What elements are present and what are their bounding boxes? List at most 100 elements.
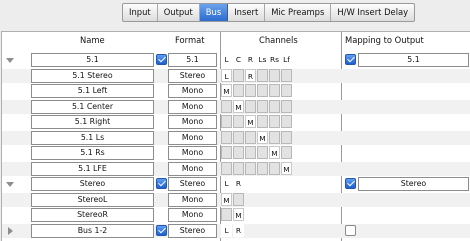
tab-h-w-insert-delay[interactable]: H/W Insert Delay <box>331 4 414 21</box>
channel-grid-cell[interactable] <box>233 161 244 175</box>
channel-grid-cell[interactable] <box>281 146 292 159</box>
format-selector[interactable]: Stereo <box>168 223 217 238</box>
channel-grid-cell[interactable] <box>281 84 292 97</box>
channel-label: Lf <box>281 53 292 66</box>
channel-grid-cell[interactable] <box>281 68 292 82</box>
channel-grid-cell[interactable] <box>245 130 256 144</box>
bus-name-field[interactable]: 5.1 Right <box>31 115 154 129</box>
table-row: 5.1 Right Mono M <box>2 115 470 129</box>
table-row: 5.1 LFE Mono M <box>2 161 470 176</box>
channel-grid-cell[interactable] <box>221 146 232 159</box>
bus-name-field[interactable]: 5.1 <box>31 53 154 67</box>
channel-grid-cell[interactable] <box>233 146 244 159</box>
bus-enable-checkbox[interactable] <box>156 54 167 65</box>
channel-label: Ls <box>257 53 268 66</box>
bus-name-field[interactable]: 5.1 Center <box>31 99 154 114</box>
mapping-enable-checkbox[interactable] <box>345 224 356 236</box>
channel-assignment-cell[interactable]: M <box>221 192 232 206</box>
channel-label: L <box>221 53 232 66</box>
format-selector[interactable]: Mono <box>168 192 217 207</box>
table-row: StereoR Mono M <box>2 208 470 222</box>
tab-input[interactable]: Input <box>123 4 158 21</box>
channels-column-header: Channels <box>259 35 298 45</box>
format-selector[interactable]: 5.1 <box>168 53 217 67</box>
bus-table-panel: Name Format Channels Mapping to Output 5… <box>1 31 470 241</box>
bus-name-field[interactable]: 5.1 Left <box>31 84 154 98</box>
channel-grid-cell[interactable] <box>257 115 268 128</box>
channel-grid-cell[interactable] <box>257 146 268 159</box>
channel-grid-cell[interactable] <box>233 115 244 128</box>
bus-name-field[interactable]: 5.1 Stereo <box>31 68 154 83</box>
bus-name-field[interactable]: StereoL <box>31 192 154 207</box>
channel-grid-cell[interactable] <box>269 115 280 128</box>
channel-grid-cell[interactable] <box>233 68 244 82</box>
disclosure-triangle-open-icon[interactable] <box>6 58 14 63</box>
table-row: Bus 1-2 Stereo L R <box>2 223 470 238</box>
channel-assignment-cell[interactable]: M <box>281 161 292 175</box>
format-selector[interactable]: Stereo <box>168 68 217 83</box>
format-selector[interactable]: Mono <box>168 84 217 98</box>
channel-grid-cell[interactable] <box>233 192 244 206</box>
channel-grid-cell[interactable] <box>269 68 280 82</box>
name-column-header: Name <box>80 35 105 45</box>
bus-enable-checkbox[interactable] <box>156 178 167 189</box>
mapping-enable-checkbox[interactable] <box>345 178 356 189</box>
channel-grid-cell[interactable] <box>245 99 256 113</box>
channel-grid-cell[interactable] <box>257 68 268 82</box>
mapping-enable-checkbox[interactable] <box>345 54 356 65</box>
bus-name-field[interactable]: 5.1 Ls <box>31 130 154 145</box>
channel-grid-cell[interactable] <box>281 99 292 113</box>
tab-insert[interactable]: Insert <box>228 4 266 21</box>
channel-label: R <box>233 223 244 237</box>
channel-grid-cell[interactable] <box>281 115 292 128</box>
mapping-output-selector[interactable]: 5.1 <box>358 53 469 67</box>
channel-grid-cell[interactable] <box>257 99 268 113</box>
channel-assignment-cell[interactable]: R <box>245 68 256 82</box>
channel-grid-cell[interactable] <box>221 130 232 144</box>
format-selector[interactable]: Mono <box>168 208 217 222</box>
channel-label: R <box>245 53 256 66</box>
channel-grid-cell[interactable] <box>221 115 232 128</box>
channel-grid-cell[interactable] <box>269 161 280 175</box>
format-selector[interactable]: Mono <box>168 99 217 114</box>
channel-assignment-cell[interactable]: M <box>221 84 232 97</box>
channel-grid-cell[interactable] <box>245 161 256 175</box>
channel-assignment-cell[interactable]: M <box>233 208 244 221</box>
channel-grid-cell[interactable] <box>233 130 244 144</box>
bus-name-field[interactable]: 5.1 LFE <box>31 161 154 176</box>
bus-enable-checkbox[interactable] <box>156 224 167 236</box>
channel-grid-cell[interactable] <box>233 84 244 97</box>
channel-grid-cell[interactable] <box>269 130 280 144</box>
channel-assignment-cell[interactable]: M <box>257 130 268 144</box>
bus-name-field[interactable]: StereoR <box>31 208 154 222</box>
channel-grid-cell[interactable] <box>221 161 232 175</box>
channel-assignment-cell[interactable]: M <box>245 115 256 128</box>
table-row: 5.1 5.1 L C R Ls Rs Lf 5.1 <box>2 53 470 67</box>
bus-name-field[interactable]: 5.1 Rs <box>31 146 154 160</box>
tab-mic-preamps[interactable]: Mic Preamps <box>265 4 332 21</box>
channel-grid-cell[interactable] <box>257 161 268 175</box>
format-selector[interactable]: Mono <box>168 146 217 160</box>
format-selector[interactable]: Mono <box>168 161 217 176</box>
mapping-output-selector[interactable]: Stereo <box>358 177 469 191</box>
channel-grid-cell[interactable] <box>221 208 232 221</box>
disclosure-triangle-open-icon[interactable] <box>6 182 14 187</box>
format-selector[interactable]: Stereo <box>168 177 217 191</box>
channel-grid-cell[interactable] <box>269 99 280 113</box>
channel-assignment-cell[interactable]: M <box>269 146 280 159</box>
bus-name-field[interactable]: Stereo <box>31 177 154 191</box>
format-selector[interactable]: Mono <box>168 115 217 129</box>
channel-assignment-cell[interactable]: L <box>221 68 232 82</box>
channel-grid-cell[interactable] <box>221 99 232 113</box>
tab-output[interactable]: Output <box>158 4 200 21</box>
channel-grid-cell[interactable] <box>281 130 292 144</box>
format-selector[interactable]: Mono <box>168 130 217 145</box>
bus-name-field[interactable]: Bus 1-2 <box>31 223 154 238</box>
channel-assignment-cell[interactable]: M <box>233 99 244 113</box>
channel-grid-cell[interactable] <box>245 146 256 159</box>
channel-grid-cell[interactable] <box>245 84 256 97</box>
channel-grid-cell[interactable] <box>257 84 268 97</box>
tab-bus[interactable]: Bus <box>199 4 229 21</box>
disclosure-triangle-closed-icon[interactable] <box>8 226 13 235</box>
channel-grid-cell[interactable] <box>269 84 280 97</box>
